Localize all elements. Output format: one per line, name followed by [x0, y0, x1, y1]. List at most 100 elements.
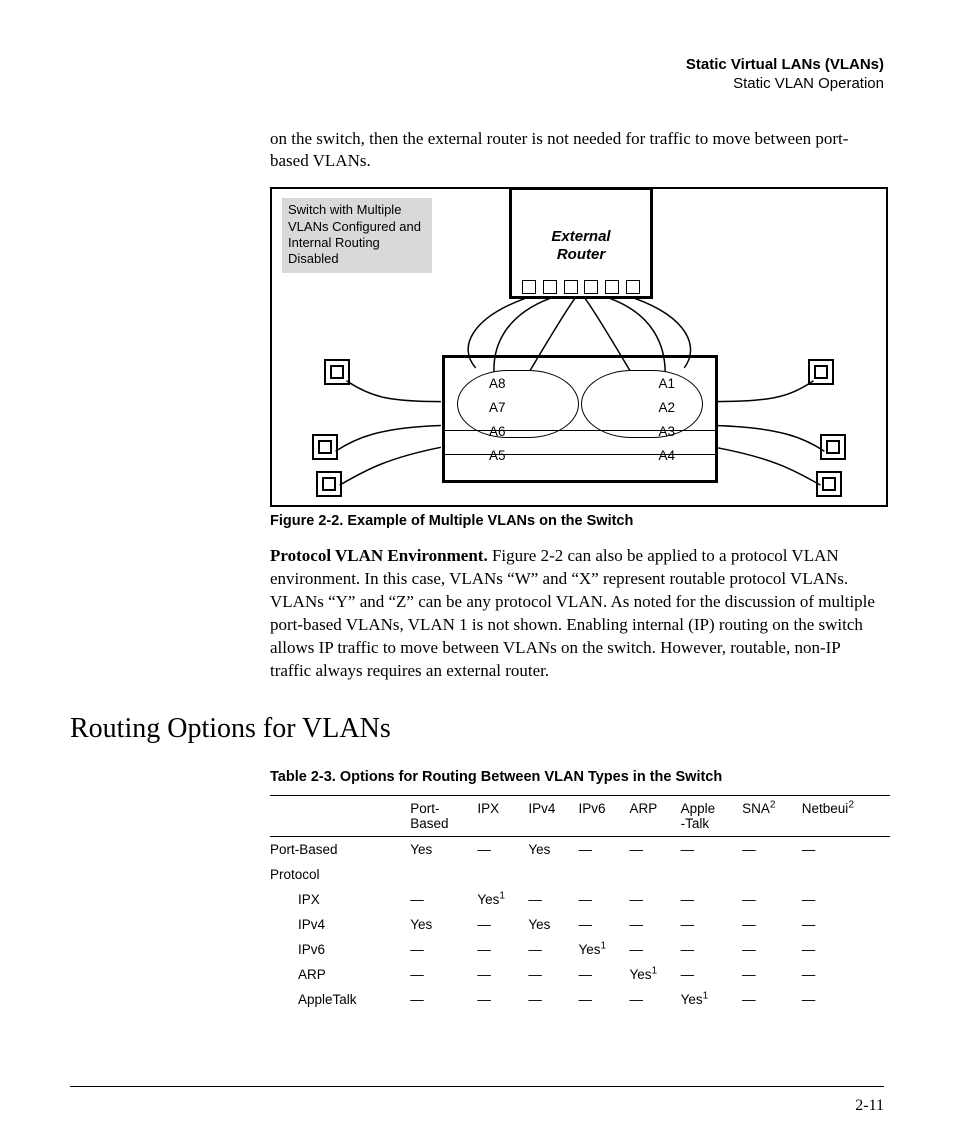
row-label: Port-Based [270, 837, 410, 863]
router-label-line1: External [551, 228, 610, 245]
figure-2-2: Switch with Multiple VLANs Configured an… [270, 187, 888, 507]
table-cell: — [802, 937, 890, 962]
footer-rule [70, 1086, 884, 1087]
workstation-icon [816, 471, 842, 497]
table-caption: Table 2-3. Options for Routing Between V… [270, 769, 884, 785]
table-header [270, 796, 410, 837]
row-label: IPv4 [270, 912, 410, 937]
table-cell [802, 862, 890, 887]
row-label: ARP [270, 962, 410, 987]
table-cell: — [578, 912, 629, 937]
table-cell: — [629, 887, 680, 912]
table-header: Port- Based [410, 796, 477, 837]
table-cell [681, 862, 742, 887]
table-cell: — [410, 887, 477, 912]
table-cell: — [410, 987, 477, 1012]
figure-annotation: Switch with Multiple VLANs Configured an… [282, 198, 432, 273]
table-cell: — [477, 912, 528, 937]
table-header: SNA2 [742, 796, 802, 837]
table-cell [477, 862, 528, 887]
protocol-body: Figure 2-2 can also be applied to a prot… [270, 546, 875, 680]
table-cell: — [410, 962, 477, 987]
vlan-group-right-icon [581, 370, 703, 438]
table-cell: — [477, 837, 528, 863]
table-cell: — [802, 987, 890, 1012]
router-port-icon [543, 280, 557, 294]
figure-caption: Figure 2-2. Example of Multiple VLANs on… [270, 513, 884, 529]
table-row: IPv4Yes—Yes————— [270, 912, 890, 937]
router-port-icon [626, 280, 640, 294]
table-cell: — [629, 837, 680, 863]
table-cell: — [802, 962, 890, 987]
table-cell: — [528, 962, 578, 987]
table-cell: — [742, 837, 802, 863]
protocol-runin: Protocol VLAN Environment. [270, 546, 492, 565]
workstation-icon [820, 434, 846, 460]
switch-ports-left: A8 A7 A6 A5 [489, 372, 506, 468]
row-label: IPv6 [270, 937, 410, 962]
router-port-icon [564, 280, 578, 294]
table-cell: Yes1 [629, 962, 680, 987]
router-label-line2: Router [557, 246, 605, 263]
table-cell: — [742, 887, 802, 912]
page-number: 2-11 [855, 1097, 884, 1115]
table-cell: — [477, 962, 528, 987]
switch-ports-right: A1 A2 A3 A4 [658, 372, 675, 468]
section-heading: Routing Options for VLANs [70, 713, 884, 745]
intro-paragraph: on the switch, then the external router … [270, 128, 884, 174]
table-cell: — [578, 962, 629, 987]
router-port-icon [605, 280, 619, 294]
table-cell: — [629, 912, 680, 937]
table-cell [629, 862, 680, 887]
workstation-icon [312, 434, 338, 460]
table-cell: — [528, 987, 578, 1012]
table-cell: — [681, 912, 742, 937]
table-cell: Yes [528, 837, 578, 863]
table-row: ARP————Yes1——— [270, 962, 890, 987]
table-cell: — [681, 837, 742, 863]
table-cell: — [477, 937, 528, 962]
table-cell: — [410, 937, 477, 962]
table-row: Port-BasedYes—Yes————— [270, 837, 890, 863]
table-header: Apple -Talk [681, 796, 742, 837]
external-router-label: External Router [512, 228, 650, 263]
table-cell [578, 862, 629, 887]
table-header: ARP [629, 796, 680, 837]
workstation-icon [808, 359, 834, 385]
vlan-group-left-icon [457, 370, 579, 438]
table-cell: — [742, 962, 802, 987]
port-label: A6 [489, 420, 506, 444]
table-cell: — [629, 937, 680, 962]
table-cell: — [629, 987, 680, 1012]
table-cell: — [681, 887, 742, 912]
table-cell: — [578, 837, 629, 863]
table-header: IPv4 [528, 796, 578, 837]
table-row: IPX—Yes1—————— [270, 887, 890, 912]
table-cell: Yes [528, 912, 578, 937]
table-row: IPv6———Yes1———— [270, 937, 890, 962]
port-label: A4 [658, 444, 675, 468]
table-header: IPv6 [578, 796, 629, 837]
workstation-icon [324, 359, 350, 385]
running-header-subtitle: Static VLAN Operation [70, 75, 884, 94]
table-row: AppleTalk—————Yes1—— [270, 987, 890, 1012]
switch-box: A8 A7 A6 A5 A1 A2 A3 A4 [442, 355, 718, 483]
table-cell: — [802, 912, 890, 937]
table-cell [410, 862, 477, 887]
table-cell: — [528, 937, 578, 962]
table-cell: Yes1 [578, 937, 629, 962]
port-label: A8 [489, 372, 506, 396]
row-label: Protocol [270, 862, 410, 887]
table-cell: — [528, 887, 578, 912]
table-cell: — [742, 937, 802, 962]
running-header: Static Virtual LANs (VLANs) Static VLAN … [70, 56, 884, 94]
table-cell: — [742, 987, 802, 1012]
table-cell: Yes [410, 837, 477, 863]
workstation-icon [316, 471, 342, 497]
table-cell: — [681, 962, 742, 987]
port-label: A5 [489, 444, 506, 468]
table-cell: — [578, 987, 629, 1012]
table-cell [742, 862, 802, 887]
table-row: Protocol [270, 862, 890, 887]
row-label: IPX [270, 887, 410, 912]
